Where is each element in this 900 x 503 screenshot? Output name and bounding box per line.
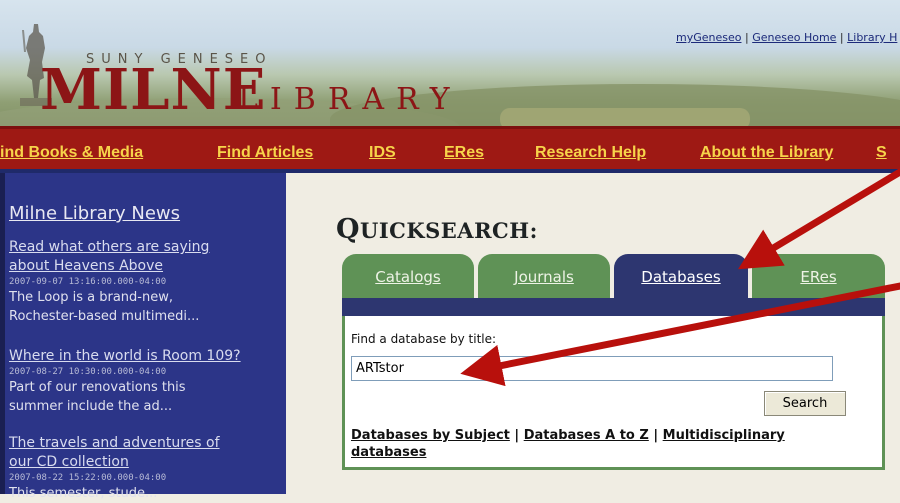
- logo-library-text: LIBRARY: [238, 82, 462, 117]
- database-title-input[interactable]: [351, 356, 833, 381]
- link-separator: |: [741, 31, 753, 44]
- main-nav: ind Books & Media Find Articles IDS ERes…: [0, 126, 900, 173]
- nav-about-library[interactable]: About the Library: [700, 144, 833, 162]
- news-heading[interactable]: Milne Library News: [9, 203, 180, 224]
- nav-eres[interactable]: ERes: [444, 144, 484, 162]
- link-separator: |: [836, 31, 848, 44]
- news-item-snippet: The Loop is a brand-new,: [9, 290, 173, 305]
- news-item-date: 2007-08-27 10:30:00.000-04:00: [9, 367, 167, 377]
- database-title-label: Find a database by title:: [351, 332, 497, 346]
- news-item-snippet: Part of our renovations this: [9, 380, 186, 395]
- tab-eres[interactable]: ERes: [752, 254, 885, 298]
- news-item-link[interactable]: The travels and adventures of: [9, 434, 220, 453]
- site-header: SUNY GENESEO MILNE LIBRARY myGeneseo | G…: [0, 0, 900, 136]
- news-item-date: 2007-08-22 15:22:00.000-04:00: [9, 473, 167, 483]
- news-item-link[interactable]: Where in the world is Room 109?: [9, 347, 241, 366]
- link-geneseo-home[interactable]: Geneseo Home: [752, 31, 836, 44]
- news-item-date: 2007-09-07 13:16:00.000-04:00: [9, 277, 167, 287]
- nav-find-articles[interactable]: Find Articles: [217, 144, 313, 162]
- nav-ids[interactable]: IDS: [369, 144, 396, 162]
- quicksearch-title-rest: UICKSEARCH:: [360, 218, 538, 243]
- news-item-snippet: Rochester-based multimedi...: [9, 309, 200, 324]
- top-utility-links: myGeneseo | Geneseo Home | Library H: [676, 31, 897, 44]
- news-item-snippet: summer include the ad...: [9, 399, 173, 414]
- link-separator: |: [648, 428, 663, 443]
- quicksearch-title: QUICKSEARCH:: [336, 214, 538, 245]
- tab-label: Journals: [514, 268, 574, 286]
- nav-research-help[interactable]: Research Help: [535, 144, 646, 162]
- nav-overflow-item[interactable]: S: [876, 144, 887, 162]
- database-links: Databases by Subject | Databases A to Z …: [351, 427, 851, 461]
- quicksearch-title-initial: Q: [336, 214, 361, 245]
- tab-label: Databases: [641, 268, 721, 286]
- link-databases-a-to-z[interactable]: Databases A to Z: [524, 428, 649, 443]
- link-separator: |: [509, 428, 524, 443]
- news-item-link[interactable]: about Heavens Above: [9, 257, 163, 276]
- link-mygeneseo[interactable]: myGeneseo: [676, 31, 741, 44]
- tab-journals[interactable]: Journals: [478, 254, 610, 298]
- news-item-link[interactable]: Read what others are saying: [9, 238, 209, 257]
- news-sidebar: Milne Library News Read what others are …: [0, 173, 286, 501]
- link-databases-by-subject[interactable]: Databases by Subject: [351, 428, 510, 443]
- tab-databases[interactable]: Databases: [614, 254, 748, 298]
- link-library-home[interactable]: Library H: [847, 31, 897, 44]
- arrow-to-databases-tab: [737, 168, 900, 270]
- tab-catalogs[interactable]: Catalogs: [342, 254, 474, 298]
- tab-panel-header: [342, 298, 885, 316]
- news-item-link[interactable]: our CD collection: [9, 453, 129, 472]
- tab-label: Catalogs: [375, 268, 441, 286]
- logo-milne-text[interactable]: MILNE: [40, 62, 266, 118]
- nav-find-books-media[interactable]: ind Books & Media: [0, 144, 143, 162]
- search-button[interactable]: Search: [764, 391, 846, 416]
- tab-label: ERes: [800, 268, 837, 286]
